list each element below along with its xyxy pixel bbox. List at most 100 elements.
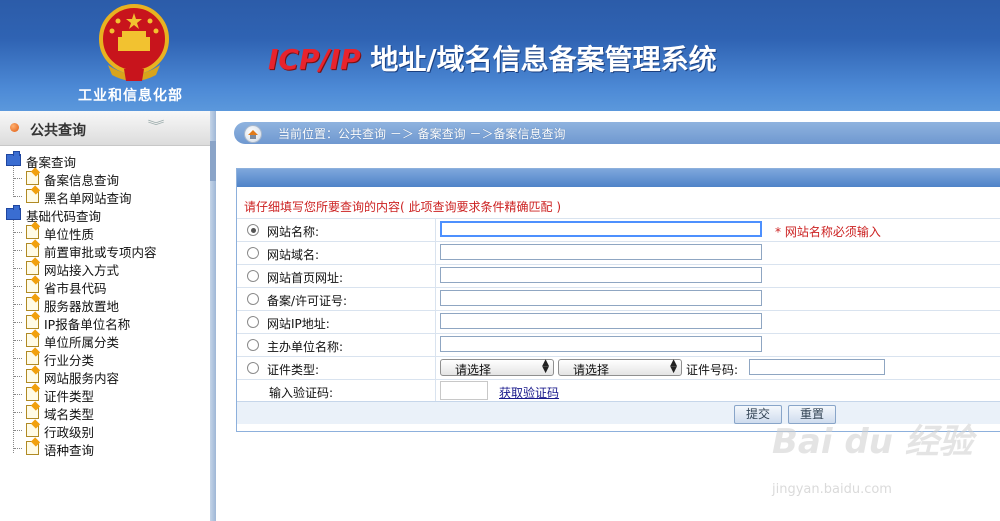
radio-site-name[interactable] <box>247 224 259 236</box>
select-value: 请选择 <box>455 363 492 377</box>
get-captcha-link[interactable]: 获取验证码 <box>499 384 559 401</box>
id-category-select[interactable]: 请选择 ▲ ▼ <box>440 358 554 377</box>
tree-connector <box>14 286 22 287</box>
tree-connector <box>14 448 22 449</box>
tree-connector <box>14 430 22 431</box>
column-divider <box>435 288 436 310</box>
required-message: * 网站名称必须输入 <box>775 225 881 239</box>
tree-item-label: 网站接入方式 <box>44 263 120 278</box>
breadcrumb-text: 当前位置：公共查询 －＞ 备案查询 －＞备案信息查询 <box>278 127 566 141</box>
column-divider <box>435 357 436 379</box>
tree-item-label: 域名类型 <box>44 407 95 422</box>
radio-homepage[interactable] <box>247 270 259 282</box>
tree-item-label: 省市县代码 <box>44 281 107 296</box>
page-header: 工业和信息化部 ICP/IP 地址/域名信息备案管理系统 <box>0 0 1000 111</box>
chevron-double-down-icon[interactable]: ︾ <box>148 117 165 134</box>
document-icon <box>26 261 39 275</box>
tree-connector <box>14 394 22 395</box>
tree-item-label: 单位性质 <box>44 227 95 242</box>
tree-item-label: 证件类型 <box>44 389 95 404</box>
document-icon <box>26 441 39 455</box>
sidebar: 公共查询 ︾ 备案查询 备案信息查询 黑名单网站查询 基础代码查询 单位性质 前… <box>0 111 210 521</box>
field-label: 网站IP地址: <box>267 317 330 331</box>
system-title-prefix: ICP/IP <box>268 43 361 76</box>
form-row-domain: 网站域名: <box>237 241 1000 264</box>
ministry-name: 工业和信息化部 <box>78 88 183 104</box>
field-label: 网站首页网址: <box>267 271 344 285</box>
watermark-url: jingyan.baidu.com <box>772 482 892 497</box>
tree-item-label: 行政级别 <box>44 425 95 440</box>
tree-item-label: 服务器放置地 <box>44 299 120 314</box>
homepage-url-input[interactable] <box>440 267 762 283</box>
form-row-ip: 网站IP地址: <box>237 310 1000 333</box>
folder-icon <box>6 205 21 220</box>
document-icon <box>26 423 39 437</box>
tree-connector <box>14 412 22 413</box>
select-arrows-icon: ▲ ▼ <box>670 358 677 375</box>
column-divider <box>435 242 436 264</box>
field-label: 备案/许可证号: <box>267 294 348 308</box>
form-row-organizer: 主办单位名称: <box>237 333 1000 356</box>
document-icon <box>26 243 39 257</box>
id-number-input[interactable] <box>749 359 885 375</box>
tree-connector <box>14 268 22 269</box>
captcha-input[interactable] <box>440 381 488 400</box>
radio-ip[interactable] <box>247 316 259 328</box>
tree-connector <box>14 178 22 179</box>
document-icon <box>26 315 39 329</box>
document-icon <box>26 405 39 419</box>
tree-connector <box>14 304 22 305</box>
search-panel: 请仔细填写您所要查询的内容( 此项查询要求条件精确匹配 ) 网站名称: * 网站… <box>236 168 1000 432</box>
document-icon <box>26 333 39 347</box>
column-divider <box>435 334 436 356</box>
document-icon <box>26 297 39 311</box>
panel-header <box>237 169 1000 187</box>
tree-guide <box>13 163 14 197</box>
radio-id-type[interactable] <box>247 362 259 374</box>
tree-connector <box>14 232 22 233</box>
license-number-input[interactable] <box>440 290 762 306</box>
tree-item-label: 单位所属分类 <box>44 335 120 350</box>
home-icon[interactable] <box>244 125 262 143</box>
field-label: 网站名称: <box>267 225 320 239</box>
folder-icon <box>6 151 21 166</box>
tree-item-label: 语种查询 <box>44 443 95 458</box>
form-row-homepage: 网站首页网址: <box>237 264 1000 287</box>
organizer-name-input[interactable] <box>440 336 762 352</box>
form-row-license: 备案/许可证号: <box>237 287 1000 310</box>
radio-license[interactable] <box>247 293 259 305</box>
ip-address-input[interactable] <box>440 313 762 329</box>
document-icon <box>26 387 39 401</box>
sidebar-header[interactable]: 公共查询 ︾ <box>0 111 210 146</box>
form-row-captcha: 输入验证码: 获取验证码 <box>237 379 1000 402</box>
tree-connector <box>14 322 22 323</box>
field-label: 网站域名: <box>267 248 320 262</box>
field-label: 证件类型: <box>267 363 320 377</box>
breadcrumb: 当前位置：公共查询 －＞ 备案查询 －＞备案信息查询 <box>234 122 1000 144</box>
query-notice: 请仔细填写您所要查询的内容( 此项查询要求条件精确匹配 ) <box>244 200 561 214</box>
document-icon <box>26 171 39 185</box>
tree-group-label: 基础代码查询 <box>26 209 102 224</box>
select-value: 请选择 <box>573 363 610 377</box>
id-number-label: 证件号码: <box>686 363 739 377</box>
tree-item-label: 行业分类 <box>44 353 95 368</box>
tree-item-label: 网站服务内容 <box>44 371 120 386</box>
radio-domain[interactable] <box>247 247 259 259</box>
document-icon <box>26 279 39 293</box>
field-label: 主办单位名称: <box>267 340 344 354</box>
tree-item-label: 前置审批或专项内容 <box>44 245 157 260</box>
id-type-select[interactable]: 请选择 ▲ ▼ <box>558 358 682 377</box>
radio-organizer[interactable] <box>247 339 259 351</box>
watermark-brand: Bai du 经验 <box>772 422 973 462</box>
document-icon <box>26 351 39 365</box>
tree-guide <box>13 217 14 453</box>
column-divider <box>435 311 436 333</box>
tree-connector <box>14 340 22 341</box>
domain-input[interactable] <box>440 244 762 260</box>
tree-connector <box>14 358 22 359</box>
site-name-input[interactable] <box>440 221 762 237</box>
system-title: ICP/IP 地址/域名信息备案管理系统 <box>268 38 717 78</box>
select-arrows-icon: ▲ ▼ <box>542 358 549 375</box>
column-divider <box>435 380 436 402</box>
baidu-watermark: Bai du 经验 jingyan.baidu.com <box>772 414 973 504</box>
